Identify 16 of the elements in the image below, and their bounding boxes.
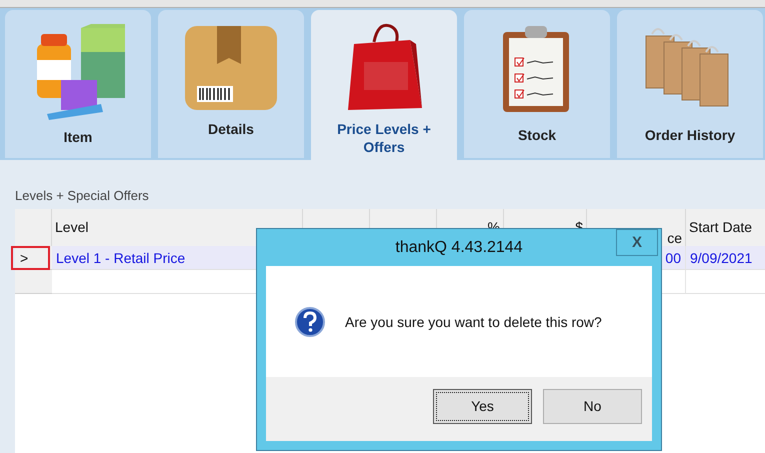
dialog-button[interactable]: No <box>543 388 642 424</box>
column-header[interactable]: Level <box>52 209 303 246</box>
row-indicator[interactable]: > <box>11 246 50 270</box>
parcel-box-icon <box>183 24 279 112</box>
column-header[interactable]: Start Date <box>686 209 765 246</box>
tab[interactable]: Details <box>158 10 304 158</box>
table-cell: 9/09/2021 <box>686 246 765 270</box>
section-title: Levels + Special Offers <box>15 188 150 205</box>
tab[interactable]: Order History <box>617 10 763 158</box>
question-icon <box>295 306 325 336</box>
close-button[interactable]: X <box>616 229 658 256</box>
tab[interactable]: Item <box>5 10 151 158</box>
dialog-button[interactable]: Yes <box>433 388 532 424</box>
dialog-message: Are you sure you want to delete this row? <box>345 314 602 330</box>
tab[interactable]: Price Levels + Offers <box>311 10 457 160</box>
tab[interactable]: Stock <box>464 10 610 158</box>
